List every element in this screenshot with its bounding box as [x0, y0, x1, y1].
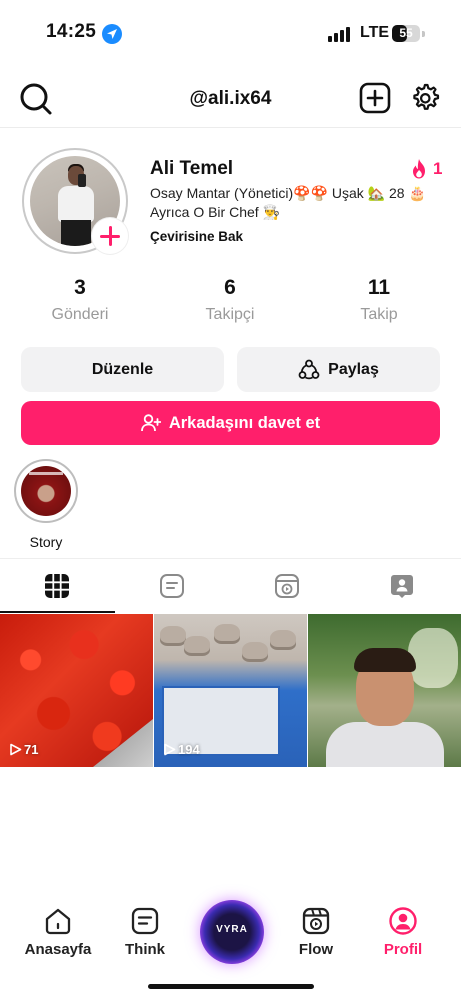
tab-grid[interactable]: [0, 559, 115, 614]
add-user-icon: [140, 414, 161, 432]
status-bar: 14:25 LTE 55: [0, 0, 461, 64]
network-label: LTE: [360, 24, 390, 41]
post-thumbnail[interactable]: 71: [0, 614, 153, 767]
reels-icon: [275, 574, 299, 598]
story-highlight-label: Story: [29, 534, 63, 550]
edit-profile-button[interactable]: Düzenle: [21, 347, 224, 392]
invite-friend-button[interactable]: Arkadaşını davet et: [21, 401, 440, 445]
stat-label: Gönderi: [51, 306, 109, 323]
signal-icon: [328, 26, 352, 42]
tab-reels[interactable]: [230, 559, 345, 614]
display-name: Ali Temel: [150, 158, 234, 179]
add-story-button[interactable]: [92, 218, 128, 254]
stat-count: 11: [367, 276, 391, 299]
nav-think[interactable]: Think: [100, 906, 190, 966]
tab-tagged[interactable]: [345, 559, 460, 614]
flame-icon: [413, 159, 425, 179]
post-views: 71: [9, 742, 38, 757]
post-view-count: 71: [24, 742, 39, 757]
active-tab-indicator: [0, 611, 115, 613]
text-post-icon: [131, 907, 159, 935]
location-icon: [102, 24, 122, 44]
nav-think-label: Think: [125, 941, 165, 958]
settings-button[interactable]: [409, 82, 443, 116]
nav-home-label: Anasayfa: [24, 941, 92, 958]
battery-tip: [422, 31, 425, 37]
bio-line: Osay Mantar (Yönetici)🍄🍄 Uşak 🏡 28 🎂: [150, 185, 426, 201]
play-icon: [10, 743, 22, 756]
battery-percent: 55: [399, 26, 413, 40]
reels-icon: [302, 907, 330, 935]
story-highlight[interactable]: [14, 459, 78, 523]
status-time: 14:25: [46, 21, 97, 42]
stat-count: 3: [74, 276, 86, 299]
stat-label: Takipçi: [205, 306, 255, 323]
grid-icon: [45, 574, 69, 598]
profile-tabs: [0, 558, 461, 613]
post-views: 194: [163, 742, 200, 757]
battery-icon: 55: [392, 25, 420, 42]
share-profile-label: Paylaş: [328, 360, 379, 378]
stat-posts[interactable]: 3 Gönderi: [20, 276, 140, 324]
nav-flow-label: Flow: [298, 941, 334, 958]
profile-icon: [389, 907, 417, 935]
streak-badge: 1: [408, 158, 442, 180]
bio-line: Ayrıca O Bir Chef 👨‍🍳: [150, 204, 280, 220]
create-post-button[interactable]: [359, 82, 393, 116]
vyra-button[interactable]: VYRA: [200, 900, 264, 964]
play-icon: [164, 743, 176, 756]
nav-profile-label: Profil: [383, 941, 423, 958]
gear-icon: [413, 83, 440, 110]
tagged-icon: [391, 575, 413, 598]
post-thumbnail[interactable]: 194: [154, 614, 307, 767]
text-post-icon: [160, 574, 184, 598]
story-thumbnail: [21, 466, 71, 516]
streak-count: 1: [433, 159, 443, 178]
stat-followers[interactable]: 6 Takipçi: [170, 276, 290, 324]
bio: Osay Mantar (Yönetici)🍄🍄 Uşak 🏡 28 🎂 Ayr…: [150, 184, 445, 222]
tab-posts[interactable]: [115, 559, 230, 614]
nav-profile[interactable]: Profil: [358, 906, 448, 966]
stat-following[interactable]: 11 Takip: [319, 276, 439, 324]
translate-link[interactable]: Çevirisine Bak: [150, 229, 243, 244]
vyra-label: VYRA: [216, 924, 248, 935]
add-icon: [359, 82, 391, 114]
stat-count: 6: [224, 276, 236, 299]
share-icon: [298, 359, 320, 379]
nav-home[interactable]: Anasayfa: [13, 906, 103, 966]
post-view-count: 194: [178, 742, 200, 757]
stat-label: Takip: [360, 306, 398, 323]
home-icon: [45, 908, 71, 935]
share-profile-button[interactable]: Paylaş: [237, 347, 440, 392]
invite-friend-label: Arkadaşını davet et: [168, 413, 321, 432]
edit-profile-label: Düzenle: [91, 360, 154, 378]
home-indicator: [148, 984, 314, 989]
nav-flow[interactable]: Flow: [271, 906, 361, 966]
post-thumbnail[interactable]: [308, 614, 461, 767]
profile-header: @ali.ix64: [0, 70, 461, 128]
